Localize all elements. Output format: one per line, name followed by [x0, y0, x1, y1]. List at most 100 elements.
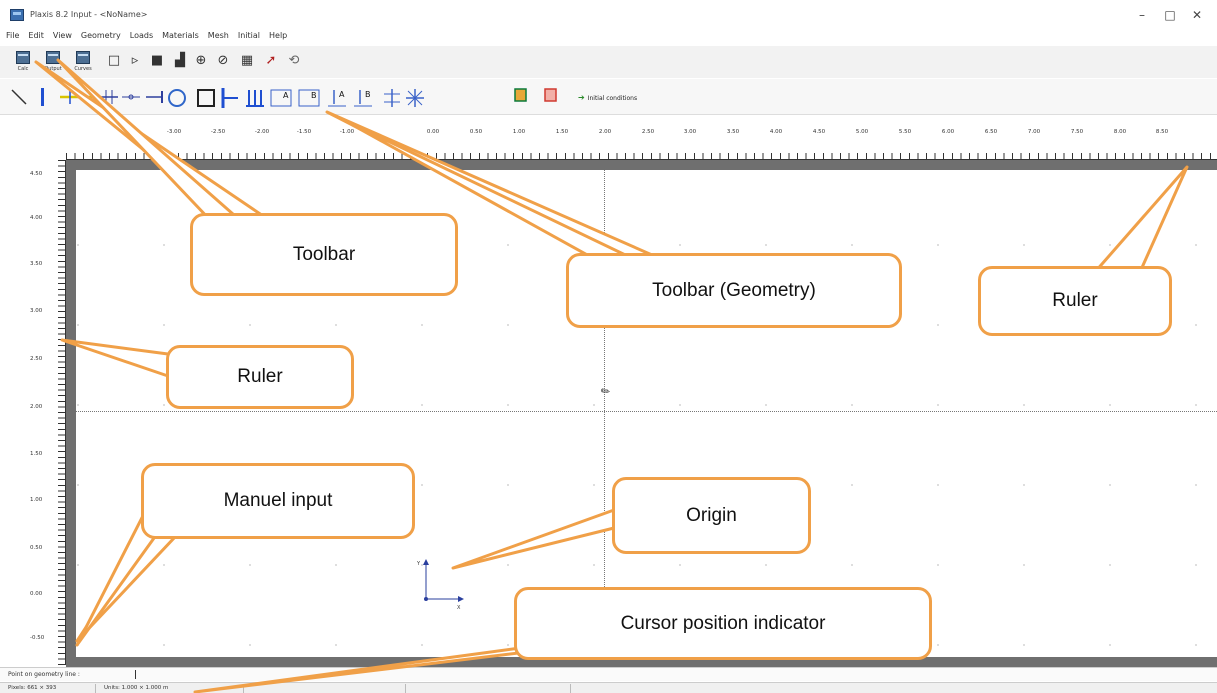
tunnel-icon[interactable]: [166, 88, 188, 108]
point-load-b-icon[interactable]: B: [352, 88, 376, 108]
close-button[interactable]: ✕: [1188, 8, 1206, 22]
title-bar: Plaxis 8.2 Input - <NoName> – □ ✕: [0, 0, 1217, 30]
status-divider: [95, 684, 96, 693]
new-file-icon[interactable]: □: [105, 54, 123, 68]
top-ruler-tick-label: 1.00: [512, 129, 526, 135]
prescribed-displacement-icon[interactable]: [382, 88, 402, 108]
menu-edit[interactable]: Edit: [28, 31, 44, 45]
top-ruler-tick-label: 7.50: [1070, 129, 1084, 135]
undo-icon[interactable]: ⟲: [285, 54, 303, 68]
manual-input-field[interactable]: [135, 670, 136, 679]
manual-input-bar: Point on geometry line :: [0, 667, 1217, 681]
status-divider: [570, 684, 571, 693]
top-ruler-tick-label: 2.50: [641, 129, 655, 135]
svg-text:A: A: [339, 90, 345, 99]
callout-manual-input: Manuel input: [141, 463, 415, 539]
zoom-in-icon[interactable]: ⊕: [192, 54, 210, 68]
well-icon[interactable]: [544, 88, 558, 104]
status-divider: [405, 684, 406, 693]
geometry-line-icon[interactable]: [10, 88, 28, 106]
point-load-a-icon[interactable]: A: [326, 88, 350, 108]
plate-icon[interactable]: [38, 88, 48, 106]
plaxis-app-icon: [10, 9, 24, 21]
top-ruler-tick-label: 1.50: [555, 129, 569, 135]
top-ruler-tick-label: 4.50: [812, 129, 826, 135]
menu-file[interactable]: File: [6, 31, 19, 45]
menu-mesh[interactable]: Mesh: [208, 31, 229, 45]
top-ruler-tick-label: 2.00: [598, 129, 612, 135]
top-ruler-tick-label: 6.50: [984, 129, 998, 135]
left-ruler-tick-label: 2.00: [30, 404, 43, 410]
left-ruler: [14, 160, 66, 665]
top-ruler-tick-label: 3.50: [726, 129, 740, 135]
top-ruler-tick-label: 4.00: [769, 129, 783, 135]
initial-conditions-button[interactable]: Initial conditions: [578, 93, 637, 102]
open-folder-icon[interactable]: ▹: [126, 54, 144, 68]
top-ruler-tick-label: 5.00: [855, 129, 869, 135]
left-ruler-tick-label: 1.50: [30, 451, 43, 457]
cursor-pixels-readout: Pixels: 661 × 393: [8, 685, 57, 691]
output-button[interactable]: Output: [41, 51, 65, 77]
geogrid-icon[interactable]: [58, 88, 98, 106]
top-ruler-tick-label: 8.50: [1155, 129, 1169, 135]
left-ruler-tick-label: 4.00: [30, 215, 43, 221]
top-ruler-tick-label: 7.00: [1027, 129, 1041, 135]
menu-geometry[interactable]: Geometry: [81, 31, 121, 45]
fixed-end-anchor-icon[interactable]: [144, 88, 166, 106]
left-ruler-tick-label: 3.00: [30, 308, 43, 314]
selection-arrow-icon[interactable]: ➚: [262, 54, 280, 68]
save-icon[interactable]: ■: [148, 54, 166, 68]
zoom-out-icon[interactable]: ⊘: [214, 54, 232, 68]
callout-ruler-right: Ruler: [978, 266, 1172, 336]
calculation-program-icon: [16, 51, 30, 64]
maximize-button[interactable]: □: [1161, 8, 1179, 22]
svg-text:B: B: [311, 91, 317, 100]
top-ruler: [66, 116, 1217, 160]
menu-view[interactable]: View: [53, 31, 72, 45]
top-ruler-tick-label: 3.00: [683, 129, 697, 135]
left-ruler-tick-label: 0.50: [30, 545, 43, 551]
callout-toolbar-geometry: Toolbar (Geometry): [566, 253, 902, 328]
rotation-fixity-icon[interactable]: [405, 88, 425, 108]
left-ruler-scale: [58, 160, 66, 665]
calc-label: Calc: [17, 66, 29, 72]
interface-icon[interactable]: [196, 88, 218, 108]
left-ruler-tick-label: -0.50: [30, 635, 45, 641]
callout-cursor-position: Cursor position indicator: [514, 587, 932, 660]
status-bar: Pixels: 661 × 393 Units: 1.000 × 1.000 m: [0, 682, 1217, 693]
print-icon[interactable]: ▟: [171, 54, 189, 68]
top-ruler-tick-label: -1.00: [339, 129, 355, 135]
top-ruler-tick-label: -1.50: [296, 129, 312, 135]
curves-button[interactable]: Curves: [71, 51, 95, 77]
y-axis-label: Y: [416, 561, 421, 567]
menu-initial[interactable]: Initial: [238, 31, 260, 45]
top-ruler-tick-label: -3.50: [123, 129, 139, 135]
menu-bar: File Edit View Geometry Loads Materials …: [6, 31, 296, 45]
curves-program-icon: [76, 51, 90, 64]
menu-help[interactable]: Help: [269, 31, 287, 45]
table-icon[interactable]: ▦: [238, 54, 256, 68]
status-divider: [243, 684, 244, 693]
units-readout: Units: 1.000 × 1.000 m: [104, 685, 169, 691]
left-ruler-tick-label: 3.50: [30, 261, 43, 267]
top-ruler-tick-label: 5.50: [898, 129, 912, 135]
standard-fixities-icon[interactable]: [220, 88, 240, 108]
callout-toolbar: Toolbar: [190, 213, 458, 296]
menu-loads[interactable]: Loads: [130, 31, 153, 45]
drain-icon[interactable]: [514, 88, 528, 104]
distributed-load-b-icon[interactable]: B: [298, 88, 322, 108]
callout-origin: Origin: [612, 477, 811, 554]
top-ruler-tick-label: -2.00: [254, 129, 270, 135]
horizontal-fixity-icon[interactable]: [244, 88, 266, 108]
distributed-load-a-icon[interactable]: A: [270, 88, 294, 108]
top-ruler-tick-label: -3.00: [166, 129, 182, 135]
top-ruler-tick-label: -2.50: [210, 129, 226, 135]
top-ruler-tick-label: 0.50: [469, 129, 483, 135]
menu-materials[interactable]: Materials: [162, 31, 199, 45]
node-to-node-anchor-icon[interactable]: [98, 88, 120, 106]
calc-button[interactable]: Calc: [11, 51, 35, 77]
cursor-crosshair-horizontal: [76, 411, 1217, 412]
minimize-button[interactable]: –: [1133, 8, 1151, 22]
manual-input-prompt: Point on geometry line :: [8, 671, 80, 678]
spring-anchor-icon[interactable]: [120, 88, 142, 106]
